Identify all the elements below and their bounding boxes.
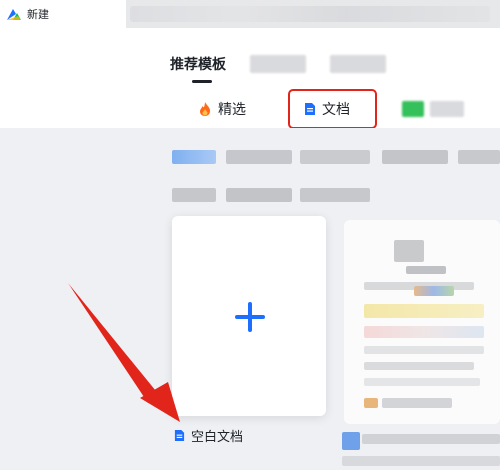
- blurred-template-title[interactable]: [342, 456, 500, 466]
- preview-line: [364, 326, 484, 338]
- blurred-template-title[interactable]: [362, 434, 500, 444]
- subtab-featured-label: 精选: [218, 102, 246, 118]
- subtab-featured[interactable]: 精选: [198, 93, 246, 125]
- blurred-tab[interactable]: [330, 55, 386, 73]
- plus-icon: [235, 302, 265, 332]
- blank-document-label: 空白文档: [191, 430, 244, 445]
- preview-line: [382, 398, 452, 408]
- app-tab[interactable]: 新建: [0, 0, 126, 28]
- top-tabs: 推荐模板: [170, 54, 386, 83]
- blurred-category[interactable]: [226, 188, 292, 202]
- app-tab-title: 新建: [27, 8, 49, 21]
- blurred-template-title[interactable]: [342, 432, 360, 450]
- blurred-category[interactable]: [172, 188, 216, 202]
- blurred-tab[interactable]: [250, 55, 306, 73]
- preview-line: [364, 398, 378, 408]
- preview-line: [394, 240, 424, 262]
- blank-document-card[interactable]: [172, 216, 326, 416]
- blurred-category[interactable]: [300, 150, 370, 164]
- blurred-category[interactable]: [226, 150, 292, 164]
- blurred-category[interactable]: [458, 150, 500, 164]
- blurred-category[interactable]: [382, 150, 448, 164]
- preview-line: [414, 286, 454, 296]
- blank-document-label-row[interactable]: 空白文档: [174, 426, 243, 445]
- annotation-highlight-box: [288, 89, 377, 129]
- blurred-subtab[interactable]: [402, 93, 464, 125]
- tab-strip: 新建: [0, 0, 500, 28]
- preview-line: [364, 346, 484, 354]
- blurred-subtab-icon: [402, 101, 424, 117]
- doc-icon: [174, 430, 185, 441]
- flame-icon: [200, 102, 210, 116]
- preview-line: [364, 378, 480, 386]
- app-logo-icon: [7, 9, 21, 20]
- preview-line: [364, 362, 474, 370]
- template-preview-card[interactable]: [344, 220, 500, 424]
- blurred-category[interactable]: [172, 150, 216, 164]
- preview-line: [406, 266, 446, 274]
- preview-line: [364, 304, 484, 318]
- blurred-tab-area: [130, 6, 490, 22]
- blurred-category[interactable]: [300, 188, 370, 202]
- tab-recommended-templates[interactable]: 推荐模板: [170, 54, 226, 83]
- blurred-subtab-label: [430, 101, 464, 117]
